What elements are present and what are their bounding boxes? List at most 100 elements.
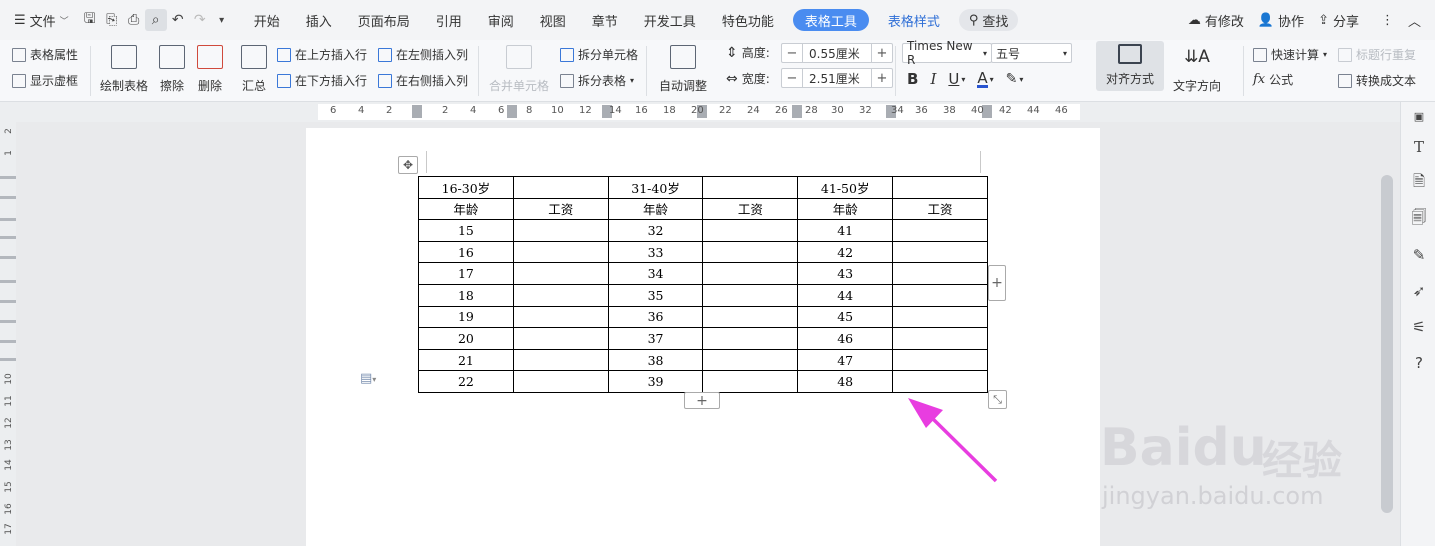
tab-developer[interactable]: 开发工具: [631, 0, 709, 40]
table-cell[interactable]: 工资: [892, 197, 988, 221]
summary-button[interactable]: 汇总: [241, 45, 267, 94]
table-cell[interactable]: 年龄: [607, 197, 704, 221]
table-cell[interactable]: 33: [607, 240, 704, 264]
table-cell[interactable]: [702, 370, 799, 393]
table-cell[interactable]: 41: [797, 219, 894, 242]
width-spinner[interactable]: − 2.51厘米 +: [781, 68, 893, 88]
table-cell[interactable]: [702, 240, 799, 264]
tab-features[interactable]: 特色功能: [709, 0, 787, 40]
erase-button[interactable]: 擦除: [159, 45, 185, 94]
table-resize-handle[interactable]: ⤡: [988, 390, 1007, 409]
width-increase-button[interactable]: +: [872, 69, 892, 87]
modified-button[interactable]: ☁ 有修改: [1188, 11, 1244, 30]
tab-insert[interactable]: 插入: [293, 0, 345, 40]
customize-icon[interactable]: ▾: [211, 9, 233, 31]
bold-icon[interactable]: B: [907, 70, 918, 88]
repeat-header-button[interactable]: 标题行重复: [1338, 46, 1416, 63]
italic-icon[interactable]: I: [930, 70, 936, 88]
quick-calc-button[interactable]: 快速计算 ▾: [1253, 46, 1327, 63]
table-cell[interactable]: 44: [797, 283, 894, 307]
table-cell[interactable]: 41-50岁: [797, 176, 894, 199]
tab-table-style[interactable]: 表格样式: [875, 0, 953, 40]
search-button[interactable]: ⚲ 查找: [958, 9, 1019, 31]
help-icon[interactable]: ?: [1409, 353, 1429, 373]
cursor-icon[interactable]: ➶: [1409, 281, 1429, 301]
auto-adjust-button[interactable]: 自动调整: [659, 45, 707, 94]
table-cell[interactable]: [512, 219, 609, 242]
collapse-ribbon-icon[interactable]: ︿: [1408, 11, 1421, 30]
table-move-handle[interactable]: ✥: [398, 156, 418, 174]
more-icon[interactable]: ⋮: [1381, 13, 1394, 28]
table-cell[interactable]: 20: [418, 327, 514, 350]
font-size-select[interactable]: 五号 ▾: [991, 43, 1072, 63]
sidebar-toggle-icon[interactable]: ▣: [1409, 106, 1429, 126]
collab-button[interactable]: 👤 协作: [1258, 11, 1304, 30]
table-cell[interactable]: 48: [797, 370, 894, 393]
table-cell[interactable]: [702, 283, 799, 307]
table-cell[interactable]: 16: [418, 240, 514, 264]
insert-row-above-button[interactable]: 在上方插入行: [277, 46, 367, 63]
table-cell[interactable]: 46: [797, 327, 894, 350]
table-cell[interactable]: 38: [607, 348, 704, 372]
table-cell[interactable]: 36: [607, 305, 704, 329]
pen-icon[interactable]: ✎: [1409, 245, 1429, 265]
table-cell[interactable]: [892, 305, 988, 329]
insert-row-below-button[interactable]: 在下方插入行: [277, 72, 367, 89]
tab-review[interactable]: 审阅: [475, 0, 527, 40]
adjust-icon[interactable]: ⚟: [1409, 317, 1429, 337]
table-cell[interactable]: 45: [797, 305, 894, 329]
document-settings-icon[interactable]: 🗐: [1409, 208, 1429, 229]
column-marker[interactable]: [792, 105, 802, 118]
width-value[interactable]: 2.51厘米: [802, 69, 872, 87]
chevron-down-icon[interactable]: ▾: [990, 75, 994, 84]
table-cell[interactable]: 43: [797, 262, 894, 285]
split-table-button[interactable]: 拆分表格 ▾: [560, 72, 634, 89]
add-row-button[interactable]: +: [684, 392, 720, 409]
font-color-icon[interactable]: A: [977, 70, 988, 88]
table-cell[interactable]: [512, 305, 609, 329]
merge-cells-button[interactable]: 合并单元格: [489, 45, 549, 94]
tab-table-tools[interactable]: 表格工具: [792, 9, 869, 31]
chevron-down-icon[interactable]: ▾: [1019, 75, 1023, 84]
align-button[interactable]: 对齐方式: [1096, 41, 1164, 91]
table-cell[interactable]: 15: [418, 219, 514, 242]
table-cell[interactable]: 47: [797, 348, 894, 372]
table-cell[interactable]: [702, 262, 799, 285]
export-icon[interactable]: ⎘: [101, 9, 123, 31]
show-gridlines-button[interactable]: 显示虚框: [12, 72, 78, 89]
height-increase-button[interactable]: +: [872, 44, 892, 62]
table-cell[interactable]: [512, 240, 609, 264]
table-cell[interactable]: [702, 219, 799, 242]
table-cell[interactable]: 年龄: [797, 197, 894, 221]
highlight-icon[interactable]: ✎: [1006, 71, 1018, 87]
table-cell[interactable]: 37: [607, 327, 704, 350]
table-cell[interactable]: [892, 370, 988, 393]
table-cell[interactable]: [702, 348, 799, 372]
data-table[interactable]: 16-30岁 31-40岁 41-50岁 年龄 工资 年龄 工资 年龄 工资 1…: [418, 176, 988, 393]
share-button[interactable]: ⇪ 分享: [1318, 11, 1359, 30]
table-cell[interactable]: [892, 176, 988, 199]
table-cell[interactable]: [512, 327, 609, 350]
undo-icon[interactable]: ↶: [167, 9, 189, 31]
height-value[interactable]: 0.55厘米: [802, 44, 872, 62]
table-cell[interactable]: [892, 219, 988, 242]
table-cell[interactable]: 17: [418, 262, 514, 285]
table-cell[interactable]: 工资: [512, 197, 609, 221]
horizontal-ruler[interactable]: 6 4 2 2 4 6 8 10 12 14 16 18 20 22 24 26…: [0, 102, 1400, 122]
table-cell[interactable]: [892, 262, 988, 285]
table-cell[interactable]: 年龄: [418, 197, 514, 221]
save-icon[interactable]: 🖫: [79, 9, 101, 31]
table-cell[interactable]: [892, 327, 988, 350]
text-style-icon[interactable]: T: [1409, 137, 1429, 157]
table-cell[interactable]: 34: [607, 262, 704, 285]
table-cell[interactable]: [892, 283, 988, 307]
table-cell[interactable]: [702, 327, 799, 350]
tab-references[interactable]: 引用: [423, 0, 475, 40]
table-properties-button[interactable]: 表格属性: [12, 46, 78, 63]
document-icon[interactable]: 🗎: [1409, 172, 1429, 193]
table-cell[interactable]: 工资: [702, 197, 799, 221]
table-cell[interactable]: 42: [797, 240, 894, 264]
table-cell[interactable]: 35: [607, 283, 704, 307]
table-cell[interactable]: [512, 283, 609, 307]
tab-view[interactable]: 视图: [527, 0, 579, 40]
